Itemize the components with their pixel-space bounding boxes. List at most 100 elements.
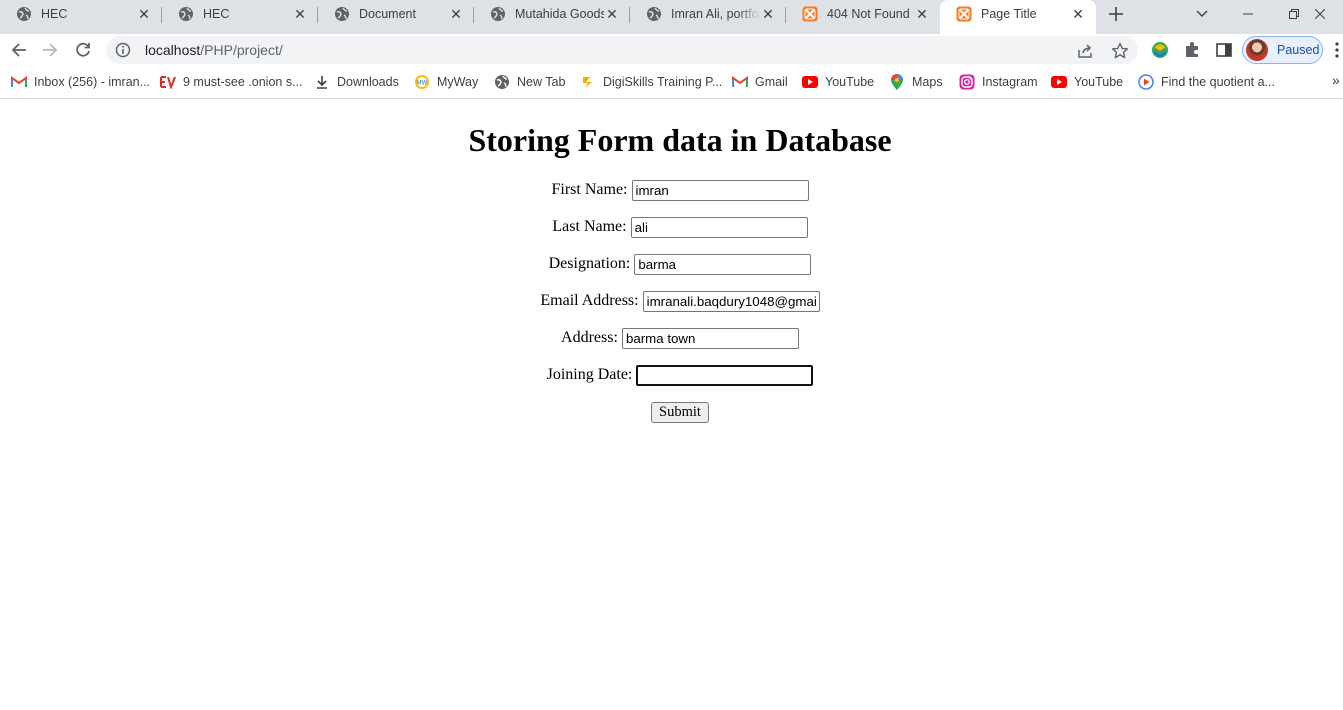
form-row-email: Email Address: xyxy=(0,290,1343,312)
email-label: Email Address: xyxy=(540,292,639,309)
bookmark-myway[interactable]: MW MyWay xyxy=(414,72,478,92)
tab-document[interactable]: Document ✕ xyxy=(318,0,474,28)
url-text[interactable]: localhost/PHP/project/ xyxy=(145,42,283,58)
close-icon[interactable]: ✕ xyxy=(760,6,776,22)
bookmark-inbox[interactable]: Inbox (256) - imran... xyxy=(11,72,150,92)
bookmark-label: Gmail xyxy=(755,75,788,89)
globe-icon xyxy=(178,6,194,22)
bookmark-star-icon[interactable] xyxy=(1111,42,1129,60)
xampp-icon xyxy=(802,6,818,22)
download-icon xyxy=(314,74,330,90)
side-panel-icon[interactable] xyxy=(1213,39,1235,61)
forward-button[interactable] xyxy=(37,37,63,63)
submit-button[interactable]: Submit xyxy=(651,402,709,423)
bookmark-youtube-2[interactable]: YouTube xyxy=(1051,72,1123,92)
bookmark-instagram[interactable]: Instagram xyxy=(959,72,1038,92)
xampp-icon xyxy=(956,6,972,22)
globe-icon xyxy=(16,6,32,22)
address-input[interactable] xyxy=(621,327,799,349)
bookmark-label: Inbox (256) - imran... xyxy=(34,75,151,89)
tab-page-title[interactable]: Page Title ✕ xyxy=(940,0,1096,34)
url-host: localhost xyxy=(145,42,201,58)
page-content: Storing Form data in Database First Name… xyxy=(0,100,1343,710)
close-icon[interactable]: ✕ xyxy=(604,6,620,22)
extension-globe-icon[interactable] xyxy=(1149,39,1171,61)
close-icon[interactable]: ✕ xyxy=(136,6,152,22)
address-bar[interactable]: localhost/PHP/project/ xyxy=(106,36,1138,64)
bookmark-label: Find the quotient a... xyxy=(1161,75,1275,89)
close-icon[interactable]: ✕ xyxy=(292,6,308,22)
digiskills-icon xyxy=(580,74,596,90)
bookmark-downloads[interactable]: Downloads xyxy=(314,72,399,92)
svg-text:MW: MW xyxy=(417,81,428,87)
bookmark-label: DigiSkills Training P... xyxy=(603,75,723,89)
reload-icon xyxy=(76,42,90,57)
email-input[interactable] xyxy=(642,290,820,312)
bookmark-label: YouTube xyxy=(825,75,875,89)
back-button[interactable] xyxy=(6,37,32,63)
bookmarks-bar: Inbox (256) - imran... 9 must-see .onion… xyxy=(0,66,1343,99)
globe-icon xyxy=(494,74,510,90)
youtube-icon xyxy=(1051,74,1067,90)
arrow-left-icon xyxy=(11,43,26,57)
tab-404[interactable]: 404 Not Found ✕ xyxy=(786,0,940,28)
tab-hec-2[interactable]: HEC ✕ xyxy=(162,0,318,28)
tab-hec-1[interactable]: HEC ✕ xyxy=(0,0,162,28)
joining-date-input[interactable] xyxy=(636,364,814,386)
tab-title: Document xyxy=(359,7,416,21)
tab-mutahida-goods[interactable]: Mutahida Goods ✕ xyxy=(474,0,630,28)
new-tab-button[interactable] xyxy=(1104,2,1128,26)
gmail-icon xyxy=(11,74,27,90)
extensions-puzzle-icon[interactable] xyxy=(1181,39,1203,61)
bookmark-quotient[interactable]: Find the quotient a... xyxy=(1138,72,1275,92)
reload-button[interactable] xyxy=(70,37,96,63)
ev-icon xyxy=(160,74,176,90)
profile-status: Paused xyxy=(1277,43,1320,57)
globe-icon xyxy=(646,6,662,22)
kebab-menu-icon[interactable] xyxy=(1330,39,1343,61)
form-row-address: Address: xyxy=(0,327,1343,349)
tab-search-button[interactable] xyxy=(1179,0,1225,28)
bookmark-digiskills[interactable]: DigiSkills Training P... xyxy=(580,72,722,92)
share-icon[interactable] xyxy=(1076,42,1094,60)
bookmark-label: 9 must-see .onion s... xyxy=(183,75,303,89)
bookmark-maps[interactable]: Maps xyxy=(889,72,943,92)
first-name-input[interactable] xyxy=(631,179,809,201)
maps-icon xyxy=(889,74,905,90)
bookmark-label: Instagram xyxy=(982,75,1038,89)
bookmark-youtube-1[interactable]: YouTube xyxy=(802,72,874,92)
last-name-label: Last Name: xyxy=(552,218,627,235)
form-row-joining-date: Joining Date: xyxy=(0,364,1343,386)
first-name-label: First Name: xyxy=(551,181,628,198)
form-row-first-name: First Name: xyxy=(0,179,1343,201)
tab-title: Imran Ali, portfolio xyxy=(671,7,760,21)
tab-title: HEC xyxy=(203,7,230,21)
tab-title: Mutahida Goods xyxy=(515,7,604,21)
tab-title: HEC xyxy=(41,7,68,21)
designation-label: Designation: xyxy=(548,255,631,272)
tab-portfolio[interactable]: Imran Ali, portfolio ✕ xyxy=(630,0,786,28)
designation-input[interactable] xyxy=(634,253,812,275)
bookmark-new-tab[interactable]: New Tab xyxy=(494,72,565,92)
close-icon[interactable]: ✕ xyxy=(448,6,464,22)
play-icon xyxy=(1138,74,1154,90)
avatar xyxy=(1246,39,1268,61)
close-icon[interactable]: ✕ xyxy=(1070,6,1086,22)
profile-button[interactable]: Paused xyxy=(1242,36,1323,64)
bookmark-label: YouTube xyxy=(1074,75,1124,89)
minimize-icon xyxy=(1243,13,1253,15)
chevron-double-right-icon[interactable]: » xyxy=(1332,72,1340,88)
minimize-button[interactable] xyxy=(1225,0,1271,28)
form-row-designation: Designation: xyxy=(0,253,1343,275)
last-name-input[interactable] xyxy=(630,216,808,238)
bookmark-gmail[interactable]: Gmail xyxy=(732,72,788,92)
youtube-icon xyxy=(802,74,818,90)
close-icon xyxy=(1315,9,1325,19)
info-icon[interactable] xyxy=(115,42,131,58)
close-icon[interactable]: ✕ xyxy=(914,6,930,22)
bookmark-onion[interactable]: 9 must-see .onion s... xyxy=(160,72,303,92)
joining-date-label: Joining Date: xyxy=(546,366,633,383)
bookmark-label: New Tab xyxy=(517,75,566,89)
close-window-button[interactable] xyxy=(1297,0,1343,28)
page-heading: Storing Form data in Database xyxy=(468,122,892,158)
